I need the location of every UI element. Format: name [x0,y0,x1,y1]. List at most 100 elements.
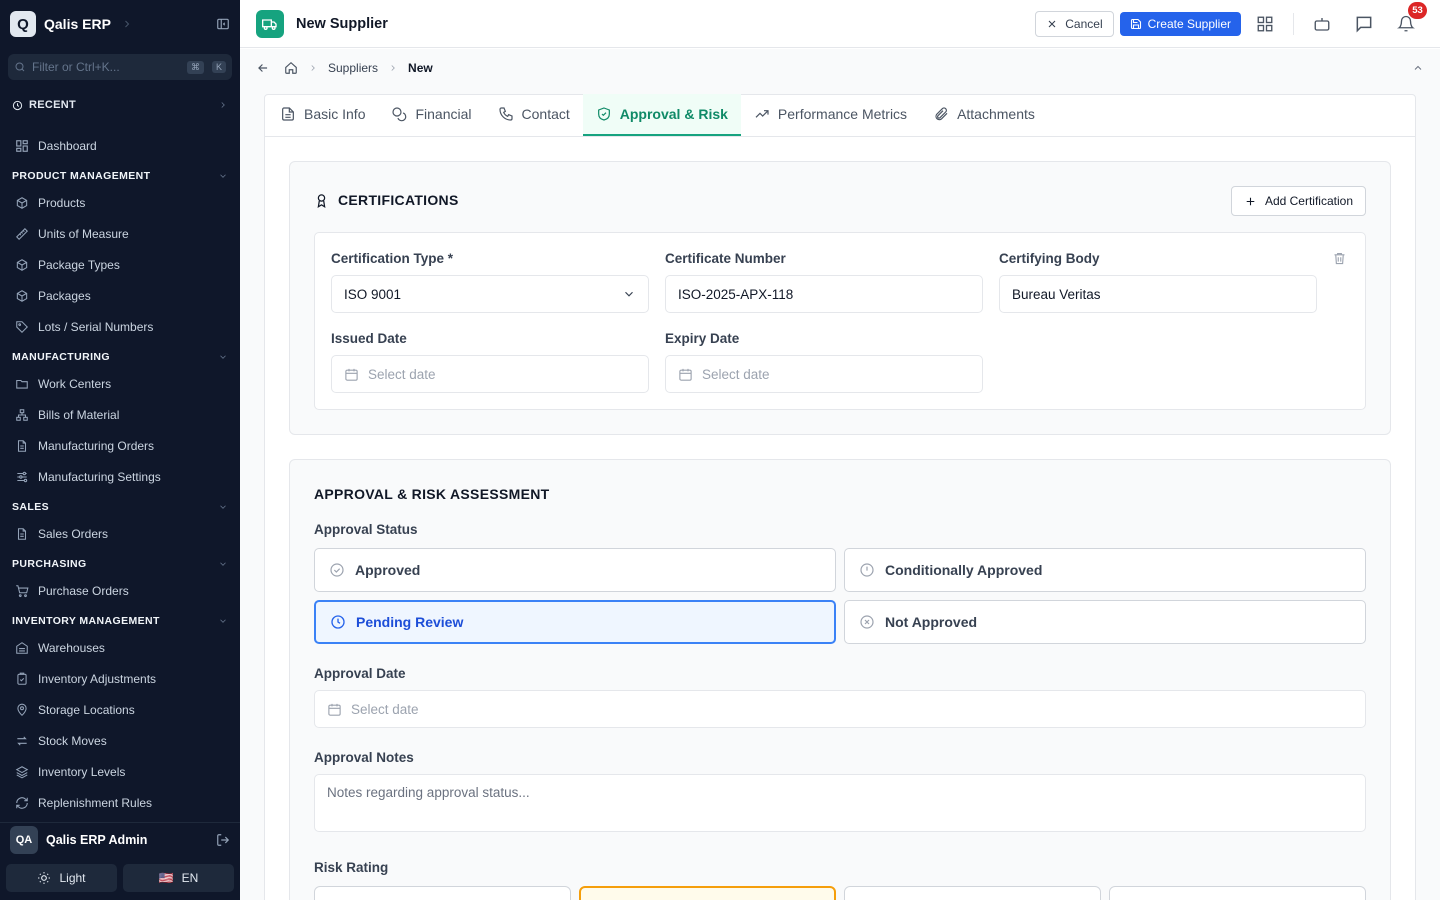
logout-icon[interactable] [216,833,230,847]
supplier-form: Basic Info Financial Contact Approval & … [264,94,1416,900]
status-not-approved-option[interactable]: Not Approved [844,600,1366,644]
nav-section-purchasing[interactable]: PURCHASING [0,553,240,575]
language-label: EN [181,871,199,885]
sidebar-item-label: Dashboard [38,138,97,153]
sidebar-item-inventory-adjustments[interactable]: Inventory Adjustments [0,663,240,694]
bell-icon[interactable]: 53 [1388,1,1427,33]
sidebar-item-stock-moves[interactable]: Stock Moves [0,725,240,756]
tab-label: Basic Info [304,106,366,122]
doc-icon [15,439,29,453]
tab-label: Contact [521,106,570,122]
sidebar-item-purchase-orders[interactable]: Purchase Orders [0,575,240,606]
nav-section-sales[interactable]: SALES [0,496,240,518]
breadcrumb-suppliers[interactable]: Suppliers [328,61,378,75]
approval-date-picker[interactable]: Select date [314,690,1366,728]
sidebar-filter-input[interactable]: Filter or Ctrl+K... ⌘ K [8,54,232,80]
status-pending-review-option[interactable]: Pending Review [314,600,836,644]
certification-type-value: ISO 9001 [344,286,402,302]
risk-option-4[interactable] [1109,886,1366,900]
nav-section-manufacturing[interactable]: MANUFACTURING [0,346,240,368]
sidebar-item-units-of-measure[interactable]: Units of Measure [0,218,240,249]
sidebar-item-products[interactable]: Products [0,187,240,218]
theme-toggle-button[interactable]: Light [6,864,117,892]
robot-icon[interactable] [1304,15,1340,33]
sidebar-item-lots-serial-numbers[interactable]: Lots / Serial Numbers [0,311,240,342]
user-profile[interactable]: QA Qalis ERP Admin [0,822,240,856]
issued-date-picker[interactable]: Select date [331,355,649,393]
trash-icon[interactable] [1332,251,1347,266]
tab-attachments[interactable]: Attachments [920,94,1048,136]
sidebar-collapse-icon[interactable] [216,17,230,31]
nav-section-product-management[interactable]: PRODUCT MANAGEMENT [0,165,240,187]
award-icon [314,193,329,208]
risk-option-2[interactable] [579,886,836,900]
recent-label: RECENT [29,99,77,111]
chevron-up-icon[interactable] [1412,62,1424,74]
issued-date-placeholder: Select date [368,366,436,382]
pin-icon [15,703,29,717]
app-logo[interactable]: Q [10,11,36,37]
approval-risk-card: APPROVAL & RISK ASSESSMENT Approval Stat… [289,459,1391,900]
sidebar-item-dashboard[interactable]: Dashboard [0,130,240,161]
user-name: Qalis ERP Admin [46,832,148,847]
chat-icon[interactable] [1346,14,1382,34]
approval-notes-textarea[interactable]: Notes regarding approval status... [314,774,1366,832]
status-conditionally-approved-option[interactable]: Conditionally Approved [844,548,1366,592]
sidebar-item-label: Bills of Material [38,407,120,422]
sidebar-item-storage-locations[interactable]: Storage Locations [0,694,240,725]
sidebar-item-replenishment-rules[interactable]: Replenishment Rules [0,787,240,818]
ruler-icon [15,227,29,241]
breadcrumb-current: New [408,61,433,75]
risk-option-1[interactable] [314,886,571,900]
sidebar-item-manufacturing-orders[interactable]: Manufacturing Orders [0,430,240,461]
expiry-date-picker[interactable]: Select date [665,355,983,393]
sidebar-item-manufacturing-settings[interactable]: Manufacturing Settings [0,461,240,492]
breadcrumb: Suppliers New [240,49,1440,87]
back-arrow-icon[interactable] [256,61,270,75]
recent-toggle[interactable]: RECENT [0,92,240,118]
sidebar-item-inventory-levels[interactable]: Inventory Levels [0,756,240,787]
nav-section-inventory-management[interactable]: INVENTORY MANAGEMENT [0,610,240,632]
sidebar-item-packages[interactable]: Packages [0,280,240,311]
certification-type-select[interactable]: ISO 9001 [331,275,649,313]
add-certification-button[interactable]: Add Certification [1230,186,1366,216]
app-name[interactable]: Qalis ERP [44,16,111,32]
sidebar-item-bills-of-material[interactable]: Bills of Material [0,399,240,430]
chevron-right-icon[interactable] [121,18,133,30]
certifying-body-label: Certifying Body [999,251,1100,266]
chevron-down-icon [622,287,636,301]
sidebar-item-label: Packages [38,288,91,303]
status-approved-option[interactable]: Approved [314,548,836,592]
refresh-icon [15,796,29,810]
home-icon[interactable] [284,61,298,75]
sidebar-item-work-centers[interactable]: Work Centers [0,368,240,399]
create-supplier-button[interactable]: Create Supplier [1119,11,1241,36]
tab-basic-info[interactable]: Basic Info [267,94,378,136]
sliders-icon [15,470,29,484]
tab-contact[interactable]: Contact [485,94,583,136]
tab-approval-risk[interactable]: Approval & Risk [582,94,741,136]
cancel-button[interactable]: Cancel [1035,10,1114,37]
chevron-right-icon [308,63,318,73]
risk-option-3[interactable] [844,886,1101,900]
calendar-icon [678,367,693,382]
certificate-number-input[interactable]: ISO-2025-APX-118 [665,275,983,313]
sidebar-item-warehouses[interactable]: Warehouses [0,632,240,663]
plus-icon [1244,195,1257,208]
sidebar-item-label: Storage Locations [38,702,135,717]
language-button[interactable]: 🇺🇸 EN [123,864,234,892]
sidebar-nav: Dashboard PRODUCT MANAGEMENT Products Unit… [0,118,240,822]
box-icon [15,196,29,210]
box-icon [15,289,29,303]
sidebar-item-label: Units of Measure [38,226,129,241]
nav-section-title: PRODUCT MANAGEMENT [12,170,151,182]
sidebar-item-package-types[interactable]: Package Types [0,249,240,280]
sidebar-footer: Light 🇺🇸 EN [0,856,240,900]
tab-performance-metrics[interactable]: Performance Metrics [741,94,920,136]
kbd-k: K [211,61,226,73]
apps-grid-icon[interactable] [1247,15,1283,33]
sidebar-item-sales-orders[interactable]: Sales Orders [0,518,240,549]
tab-financial[interactable]: Financial [378,94,484,136]
alert-circle-icon [859,562,875,578]
certifying-body-input[interactable]: Bureau Veritas [999,275,1317,313]
